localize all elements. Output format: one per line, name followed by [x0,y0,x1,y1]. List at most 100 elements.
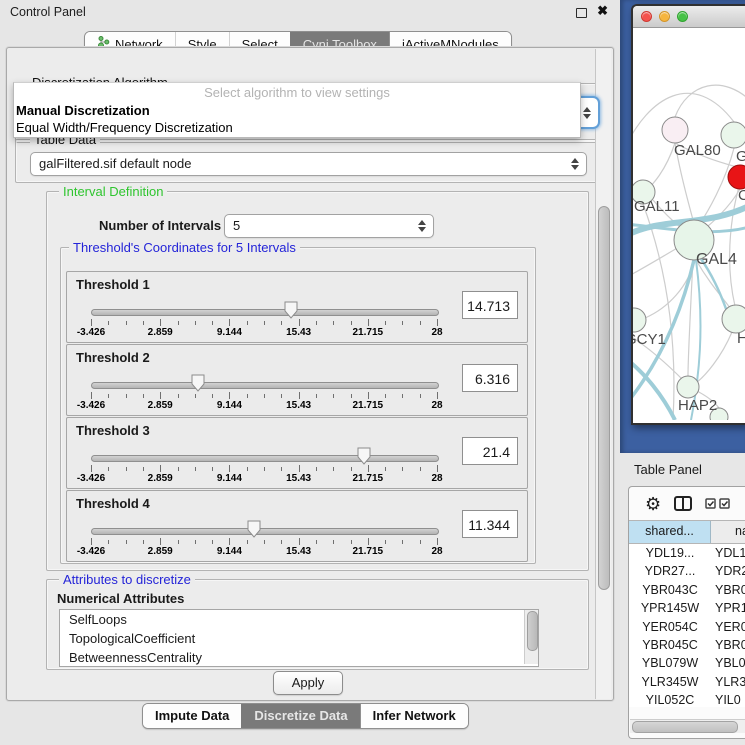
tick-mark [212,394,213,398]
gear-icon[interactable]: ⚙ [645,495,661,513]
table-cell-shared-name[interactable]: YBR043C [629,581,711,599]
listbox-scrollbar-thumb[interactable] [527,611,538,651]
network-graph: GAL80GCGAL11GAL4GCY1HHAP2 [633,28,745,420]
table-cell-name[interactable]: YIL0 [711,691,745,707]
table-cell-shared-name[interactable]: YBR045C [629,636,711,654]
table-row[interactable]: YDR27...YDR2 [629,562,745,580]
combo-stepper-icon[interactable] [571,158,579,170]
table-row[interactable]: YIL052CYIL0 [629,691,745,707]
interval-definition-title: Interval Definition [59,184,167,199]
tab-impute-data[interactable]: Impute Data [143,704,241,728]
algorithm-option-equal-width-frequency-discretization[interactable]: Equal Width/Frequency Discretization [14,119,580,136]
table-row[interactable]: YPR145WYPR1 [629,599,745,617]
table-row[interactable]: YBL079WYBL0 [629,654,745,672]
table-cell-shared-name[interactable]: YIL052C [629,691,711,707]
tick-mark [91,538,92,545]
combo-stepper-icon[interactable] [418,220,426,232]
tick-mark [212,321,213,325]
threshold-value-field[interactable]: 21.4 [462,437,518,465]
table-cell-shared-name[interactable]: YDL19... [629,544,711,562]
tick-mark [247,540,248,544]
slider-thumb[interactable] [247,520,261,538]
threshold-value-field[interactable]: 11.344 [462,510,518,538]
table-cell-name[interactable]: YBL0 [711,654,745,672]
table-cell-shared-name[interactable]: YPR145W [629,599,711,617]
slider-thumb[interactable] [284,301,298,319]
tick-mark [91,319,92,326]
threshold-value-field[interactable]: 6.316 [462,364,518,392]
tick-label: 21.715 [353,327,384,338]
slider-thumb[interactable] [357,447,371,465]
tick-mark [402,394,403,398]
table-cell-shared-name[interactable]: YBL079W [629,654,711,672]
tick-mark [247,321,248,325]
attribute-item-selfloops[interactable]: SelfLoops [60,610,538,629]
node-right-mid[interactable] [722,305,745,333]
combo-stepper-icon[interactable] [583,107,591,119]
table-row[interactable]: YBR043CYBR0 [629,581,745,599]
table-cell-name[interactable]: YBR0 [711,581,745,599]
close-traffic-light-icon[interactable] [641,11,652,22]
table-row[interactable]: YLR345WYLR3 [629,673,745,691]
table-cell-shared-name[interactable]: YDR27... [629,562,711,580]
number-of-intervals-combobox[interactable]: 5 [224,214,434,238]
slider-tick-labels: -3.4262.8599.14415.4321.71528 [91,546,438,557]
slider-thumb[interactable] [191,374,205,392]
table-cell-name[interactable]: YDR2 [711,562,745,580]
numerical-attributes-listbox[interactable]: SelfLoopsTopologicalCoefficientBetweenne… [59,609,539,667]
tick-mark [126,540,127,544]
table-cell-name[interactable]: YLR3 [711,673,745,691]
table-cell-shared-name[interactable]: YER054C [629,618,711,636]
tick-mark [420,467,421,471]
column-header-shared-name[interactable]: shared... [629,521,711,543]
close-icon[interactable]: ✖ [597,3,608,19]
zoom-traffic-light-icon[interactable] [677,11,688,22]
tick-mark [178,394,179,398]
control-panel-titlebar: Control Panel ✖ [0,0,620,24]
float-panel-icon[interactable] [576,8,587,18]
tick-mark [195,321,196,325]
gal80-node[interactable] [662,117,688,143]
slider-track[interactable] [91,528,439,535]
gcy1-node[interactable] [633,308,646,332]
table-horizontal-scrollbar-thumb[interactable] [632,721,738,733]
network-canvas[interactable]: GAL80GCGAL11GAL4GCY1HHAP2 [633,28,745,420]
table-row[interactable]: YBR045CYBR0 [629,636,745,654]
threshold-value-field[interactable]: 14.713 [462,291,518,319]
table-row[interactable]: YER054CYER0 [629,618,745,636]
slider-track[interactable] [91,455,439,462]
node-top-right[interactable] [721,122,745,148]
apply-button[interactable]: Apply [273,671,343,695]
column-view-icon[interactable] [674,496,692,511]
tick-mark [264,321,265,325]
table-cell-name[interactable]: YPR1 [711,599,745,617]
checkbox-icon[interactable] [705,498,716,509]
control-panel-title: Control Panel [10,5,86,19]
table-row[interactable]: YDL19...YDL1 [629,544,745,562]
table-cell-name[interactable]: YDL1 [711,544,745,562]
tick-label: -3.426 [77,400,105,411]
tick-mark [143,540,144,544]
tab-discretize-data[interactable]: Discretize Data [241,704,359,728]
tick-mark [316,467,317,471]
selected-red-node[interactable] [728,165,745,189]
checkbox-icon[interactable] [719,498,730,509]
slider-track[interactable] [91,309,439,316]
attributes-to-discretize-group: Attributes to discretize Numerical Attri… [46,579,589,670]
table-data-combobox[interactable]: galFiltered.sif default node [30,152,587,176]
attribute-item-betweennesscentrality[interactable]: BetweennessCentrality [60,648,538,667]
attribute-item-topologicalcoefficient[interactable]: TopologicalCoefficient [60,629,538,648]
tick-label: 15.43 [286,546,311,557]
table-cell-name[interactable]: YER0 [711,618,745,636]
hap2-node[interactable] [677,376,699,398]
table-cell-name[interactable]: YBR0 [711,636,745,654]
minimize-traffic-light-icon[interactable] [659,11,670,22]
tab-infer-network[interactable]: Infer Network [360,704,468,728]
algorithm-option-manual-discretization[interactable]: Manual Discretization [14,102,580,119]
node-label-gal11: GAL11 [634,198,680,215]
slider-track[interactable] [91,382,439,389]
panel-scrollbar-thumb[interactable] [598,206,610,590]
tick-mark [437,392,438,399]
table-cell-shared-name[interactable]: YLR345W [629,673,711,691]
column-header-name[interactable]: na... [711,521,745,543]
